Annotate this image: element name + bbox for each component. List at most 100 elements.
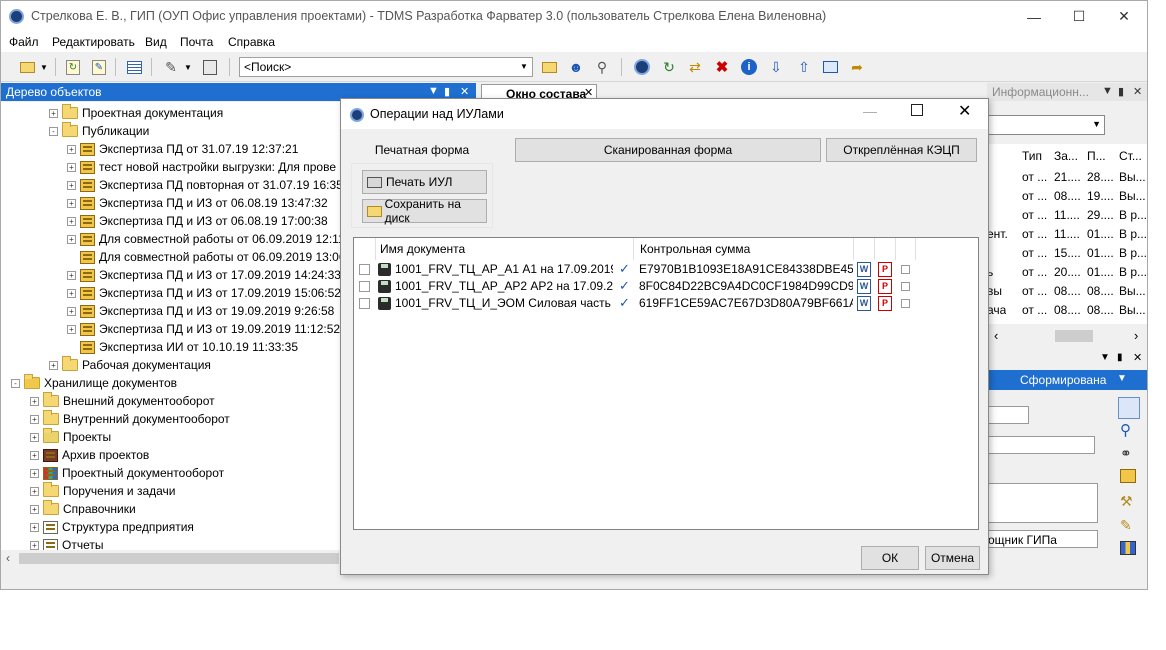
- tree-item[interactable]: + Внутренний документооборот: [30, 410, 230, 428]
- expand-icon[interactable]: +: [67, 216, 76, 226]
- expand-icon[interactable]: +: [67, 324, 76, 334]
- expand-icon[interactable]: +: [67, 198, 76, 208]
- search-dropdown-icon[interactable]: ▼: [520, 62, 530, 72]
- expand-icon[interactable]: +: [67, 180, 76, 190]
- panel-menu-icon[interactable]: ▼: [428, 85, 439, 97]
- tree-item[interactable]: + Экспертиза ПД и ИЗ от 19.09.2019 9:26:5…: [67, 302, 334, 320]
- expand-icon[interactable]: +: [67, 234, 76, 244]
- search-folder-icon[interactable]: [539, 57, 559, 77]
- tree-item[interactable]: + Поручения и задачи: [30, 482, 176, 500]
- expand-icon[interactable]: +: [30, 486, 39, 496]
- panel-pin-icon[interactable]: ▮: [444, 85, 450, 98]
- word-document-icon[interactable]: W: [857, 296, 871, 311]
- expand-icon[interactable]: +: [30, 540, 39, 550]
- expand-icon[interactable]: +: [49, 360, 58, 370]
- info-filter-select[interactable]: ▼: [987, 115, 1105, 135]
- collapse-icon[interactable]: -: [11, 378, 20, 388]
- tree-item[interactable]: + Проектный документооборот: [30, 464, 224, 482]
- open-folder-icon[interactable]: [17, 57, 37, 77]
- dropdown-arrow-icon[interactable]: ▼: [183, 57, 193, 77]
- menu-mail[interactable]: Почта: [180, 35, 213, 49]
- tree-item[interactable]: + Экспертиза ПД повторная от 31.07.19 16:…: [67, 176, 343, 194]
- books-icon[interactable]: [1120, 541, 1136, 555]
- column-header-word[interactable]: [854, 238, 875, 260]
- tree-item[interactable]: + Экспертиза ПД и ИЗ от 17.09.2019 14:24:…: [67, 266, 341, 284]
- expand-icon[interactable]: +: [30, 450, 39, 460]
- column-header-checksum[interactable]: Контрольная сумма: [636, 238, 854, 260]
- menu-help[interactable]: Справка: [228, 35, 275, 49]
- pdf-document-icon[interactable]: P: [878, 262, 892, 277]
- panel-close-icon[interactable]: ✕: [1133, 85, 1142, 98]
- ok-button[interactable]: ОК: [861, 546, 919, 570]
- expand-icon[interactable]: +: [67, 288, 76, 298]
- menu-file[interactable]: Файл: [9, 35, 39, 49]
- row-checkbox[interactable]: [359, 281, 370, 292]
- scroll-left-icon[interactable]: ‹: [994, 328, 998, 343]
- row-checkbox-secondary[interactable]: [901, 282, 910, 291]
- panel-menu-icon[interactable]: ▼: [1102, 85, 1113, 97]
- advanced-search-icon[interactable]: ⚲: [592, 57, 612, 77]
- dropdown-arrow-icon[interactable]: ▼: [39, 57, 49, 77]
- column-header-select[interactable]: [354, 238, 376, 260]
- info-textarea[interactable]: [987, 483, 1098, 523]
- minimize-button[interactable]: —: [1011, 1, 1057, 32]
- tree-item[interactable]: Для совместной работы от 06.09.2019 13:0…: [80, 248, 343, 266]
- logo-button-icon[interactable]: [632, 57, 652, 77]
- tools-icon[interactable]: ⚒: [1120, 493, 1133, 510]
- tree-item[interactable]: + Для совместной работы от 06.09.2019 12:…: [67, 230, 343, 248]
- expand-icon[interactable]: +: [30, 396, 39, 406]
- dialog-maximize-button[interactable]: [911, 104, 923, 116]
- row-checkbox-secondary[interactable]: [901, 299, 910, 308]
- list-icon[interactable]: [124, 57, 144, 77]
- dialog-close-button[interactable]: ✕: [958, 101, 971, 121]
- column-header-pdf[interactable]: [875, 238, 896, 260]
- panel-menu-icon[interactable]: ▼: [1100, 352, 1110, 363]
- row-checkbox-secondary[interactable]: [901, 265, 910, 274]
- status-dropdown-icon[interactable]: ▼: [1117, 373, 1127, 384]
- expand-icon[interactable]: +: [30, 414, 39, 424]
- maximize-button[interactable]: ☐: [1056, 1, 1102, 32]
- search-input[interactable]: <Поиск> ▼: [239, 57, 533, 77]
- save-to-disk-button[interactable]: Сохранить на диск: [362, 197, 487, 225]
- info-horizontal-scrollbar[interactable]: ‹ ›: [987, 328, 1147, 344]
- expand-icon[interactable]: +: [67, 162, 76, 172]
- tree-item[interactable]: + Проектная документация: [49, 104, 223, 122]
- column-header[interactable]: За...: [1054, 149, 1078, 163]
- panel-close-icon[interactable]: ✕: [460, 85, 469, 98]
- transfer-icon[interactable]: ⇄: [685, 57, 705, 77]
- expand-icon[interactable]: +: [30, 522, 39, 532]
- row-checkbox[interactable]: [359, 264, 370, 275]
- tree-item[interactable]: + тест новой настройки выгрузки: Для пров…: [67, 158, 336, 176]
- collapse-icon[interactable]: -: [49, 126, 58, 136]
- tree-item[interactable]: - Публикации: [49, 122, 149, 140]
- close-button[interactable]: ✕: [1101, 1, 1147, 32]
- user-search-icon[interactable]: ☻: [566, 57, 586, 77]
- pdf-document-icon[interactable]: P: [878, 296, 892, 311]
- edit-document-icon[interactable]: ✎: [89, 57, 109, 77]
- properties-icon[interactable]: [1118, 397, 1140, 419]
- info-field[interactable]: [987, 436, 1095, 454]
- table-row[interactable]: 1001_FRV_ТЦ_И_ЭОМ Силовая часть и ... ✓ 61…: [354, 295, 978, 312]
- cancel-button[interactable]: Отмена: [925, 546, 980, 570]
- card-icon[interactable]: [820, 57, 840, 77]
- clipboard-icon[interactable]: [200, 57, 220, 77]
- info-field[interactable]: [987, 406, 1029, 424]
- document-arrow-icon[interactable]: ⇩: [766, 57, 786, 77]
- refresh-icon[interactable]: ↻: [63, 57, 83, 77]
- menu-edit[interactable]: Редактировать: [52, 35, 135, 49]
- panel-pin-icon[interactable]: ▮: [1117, 352, 1123, 363]
- tree-item[interactable]: + Рабочая документация: [49, 356, 211, 374]
- scroll-thumb[interactable]: [1055, 330, 1093, 342]
- expand-icon[interactable]: +: [67, 306, 76, 316]
- expand-icon[interactable]: +: [67, 270, 76, 280]
- save-icon[interactable]: [1120, 469, 1136, 483]
- expand-icon[interactable]: +: [67, 144, 76, 154]
- pen-icon[interactable]: ✎: [161, 57, 181, 77]
- column-header-select2[interactable]: [896, 238, 916, 260]
- expand-icon[interactable]: +: [30, 468, 39, 478]
- link-icon[interactable]: ⚭: [1120, 445, 1132, 462]
- pencil-check-icon[interactable]: ✎: [1120, 517, 1132, 534]
- menu-view[interactable]: Вид: [145, 35, 167, 49]
- tree-item[interactable]: + Справочники: [30, 500, 136, 518]
- document-up-icon[interactable]: ⇧: [794, 57, 814, 77]
